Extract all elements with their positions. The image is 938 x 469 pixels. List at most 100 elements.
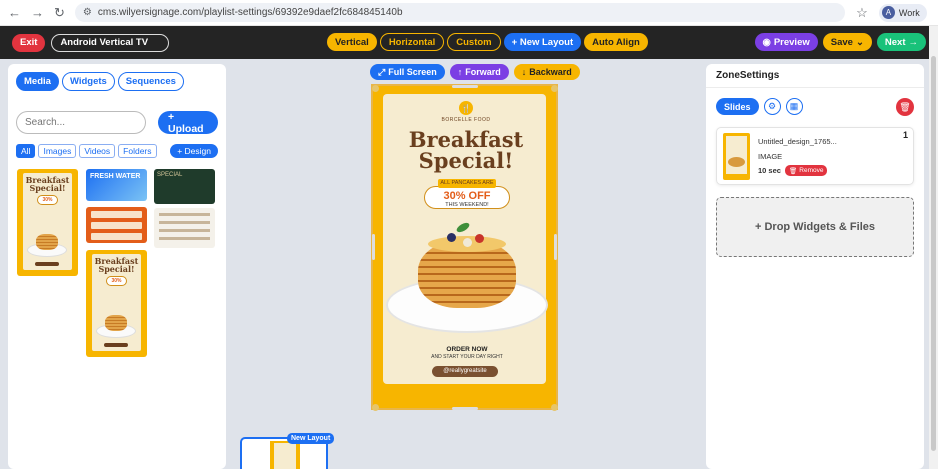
profile-chip[interactable]: A Work	[878, 3, 927, 22]
tab-vertical[interactable]: Vertical	[327, 33, 377, 51]
exit-button[interactable]: Exit	[12, 33, 46, 52]
page-scrollbar[interactable]	[929, 26, 938, 469]
media-thumb-menu-orange[interactable]	[86, 207, 147, 243]
save-button[interactable]: Save ⌄	[822, 33, 872, 51]
media-thumb-water[interactable]: FRESH WATER	[86, 169, 147, 201]
fullscreen-button[interactable]: ⤢ Full Screen	[370, 64, 445, 80]
brand-logo-icon: 🍴	[459, 101, 473, 115]
thumb-title: Breakfast Special!	[25, 175, 70, 194]
media-thumb-breakfast-1[interactable]: Breakfast Special! 30%	[17, 169, 78, 276]
address-bar[interactable]: ⚙ cms.wilyersignage.com/playlist-setting…	[74, 3, 845, 22]
tab-media[interactable]: Media	[16, 72, 59, 91]
slide-card[interactable]: 1 Untitled_design_1765... IMAGE 10 sec 🗑…	[716, 127, 914, 185]
media-tabs: Media Widgets Sequences	[16, 72, 184, 91]
preview-button[interactable]: ◉ Preview	[754, 33, 818, 51]
expand-icon: ⤢	[378, 66, 386, 77]
poster-berry	[463, 238, 472, 247]
next-button[interactable]: Next →	[876, 33, 926, 51]
delete-zone-icon[interactable]: 🗑	[896, 98, 914, 116]
upload-button[interactable]: + Upload	[158, 111, 218, 135]
preview-label: Preview	[773, 36, 810, 48]
thumb-badge: 30%	[106, 276, 127, 287]
resize-handle[interactable]	[551, 85, 558, 92]
offer-small: THIS WEEKEND!	[445, 202, 489, 208]
tab-sequences[interactable]: Sequences	[117, 72, 184, 91]
backward-label: Backward	[529, 67, 572, 77]
chevron-down-icon: ⌄	[855, 36, 864, 48]
thumb-badge: 30%	[37, 195, 58, 206]
orientation-tabs: Vertical Horizontal Custom + New Layout …	[327, 33, 648, 51]
filter-images[interactable]: Images	[38, 144, 77, 158]
search-row: + Upload	[16, 111, 218, 135]
resize-handle[interactable]	[372, 404, 379, 411]
thumb-water-title: FRESH WATER	[90, 173, 141, 180]
auto-align-button[interactable]: Auto Align	[584, 33, 648, 51]
poster-brand: BORCELLE FOOD	[441, 117, 491, 123]
media-thumb-cafe[interactable]: SPECIAL	[154, 169, 215, 204]
thumb-title: Breakfast Special!	[94, 256, 139, 275]
drop-zone[interactable]: + Drop Widgets & Files	[716, 197, 914, 257]
slides-tab[interactable]: Slides	[716, 98, 759, 115]
reload-icon[interactable]: ↻	[54, 5, 65, 21]
offer-big: 30% OFF	[443, 190, 491, 202]
tab-horizontal[interactable]: Horizontal	[379, 33, 445, 51]
filter-videos[interactable]: Videos	[79, 144, 116, 158]
remove-button[interactable]: 🗑 Remove	[785, 165, 828, 176]
bookmark-star-icon[interactable]: ☆	[855, 5, 869, 21]
resize-handle[interactable]	[551, 404, 558, 411]
forward-label: Forward	[465, 67, 501, 77]
media-thumb-breakfast-2[interactable]: Breakfast Special! 30%	[86, 250, 147, 357]
thumb-plate	[27, 233, 68, 257]
filter-all[interactable]: All	[16, 144, 36, 158]
settings-icon[interactable]: ⚙	[763, 98, 781, 115]
filter-row: All Images Videos Folders + Design	[16, 144, 218, 158]
layout-name-field[interactable]: Android Vertical TV	[51, 33, 170, 52]
divider	[706, 87, 924, 88]
scrollbar-thumb[interactable]	[931, 56, 936, 451]
next-label: Next	[884, 36, 906, 48]
forward-button[interactable]: ↑ Forward	[449, 64, 509, 80]
slide-duration[interactable]: 10 sec	[758, 166, 781, 175]
stage-toolbar: ⤢ Full Screen ↑ Forward ↓ Backward	[370, 64, 580, 80]
tab-widgets[interactable]: Widgets	[61, 72, 115, 91]
tab-custom[interactable]: Custom	[447, 33, 501, 51]
layout-thumbnail-image	[270, 441, 300, 469]
url-text: cms.wilyersignage.com/playlist-settings/…	[97, 7, 403, 18]
design-button[interactable]: + Design	[170, 144, 218, 158]
back-icon[interactable]: ←	[8, 5, 21, 20]
poster-site: @reallygreatsite	[432, 366, 498, 377]
resize-handle-bottom[interactable]	[452, 407, 478, 410]
slides-toolbar: Slides ⚙ ▦	[716, 98, 803, 115]
thumb-plate	[96, 314, 137, 338]
resize-handle-right[interactable]	[554, 234, 557, 260]
panel-title: ZoneSettings	[716, 70, 780, 81]
site-info-icon[interactable]: ⚙	[83, 7, 92, 18]
search-input[interactable]	[16, 111, 146, 134]
offer-top: ALL PANCAKES ARE	[438, 179, 496, 188]
trash-icon: 🗑	[789, 167, 798, 175]
poster-headline: Breakfast Special!	[408, 127, 524, 173]
slide-type: IMAGE	[758, 152, 783, 161]
arrow-down-icon: ↓	[521, 67, 527, 77]
calendar-icon[interactable]: ▦	[785, 98, 803, 115]
resize-handle-top[interactable]	[452, 85, 478, 88]
new-layout-tag: New Layout	[287, 433, 335, 444]
media-thumb-menu-white[interactable]	[154, 208, 215, 248]
eye-icon: ◉	[762, 36, 771, 48]
poster-order-sub: AND START YOUR DAY RIGHT	[431, 354, 503, 360]
save-label: Save	[830, 36, 853, 48]
forward-icon[interactable]: →	[31, 5, 44, 20]
poster-order-now: ORDER NOW	[446, 346, 488, 353]
poster-berry	[447, 233, 456, 242]
resize-handle[interactable]	[372, 85, 379, 92]
remove-label: Remove	[799, 167, 824, 174]
resize-handle-left[interactable]	[372, 234, 375, 260]
filter-folders[interactable]: Folders	[118, 144, 157, 158]
fullscreen-label: Full Screen	[388, 67, 437, 77]
thumb-cafe-title: SPECIAL	[157, 172, 183, 178]
new-layout-button[interactable]: + New Layout	[503, 33, 582, 51]
poster-berry	[475, 234, 484, 243]
backward-button[interactable]: ↓ Backward	[513, 64, 580, 80]
slide-thumbnail	[723, 133, 750, 180]
poster-offer: 30% OFF THIS WEEKEND!	[424, 186, 510, 209]
